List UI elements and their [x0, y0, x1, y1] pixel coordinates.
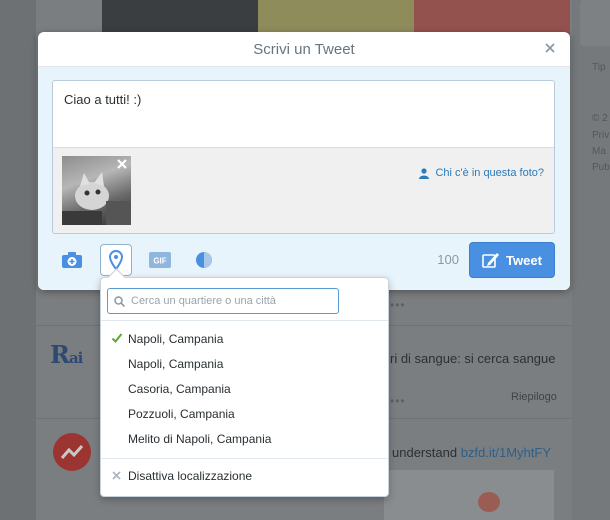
tweet-text: understand bzfd.it/1MyhtFY [392, 445, 551, 460]
tweet-button[interactable]: Tweet [469, 242, 555, 278]
location-search-input[interactable] [131, 295, 331, 307]
add-gif-button[interactable]: GIF [144, 244, 176, 276]
right-sidebar-card [580, 0, 610, 46]
character-counter: 100 [437, 252, 459, 267]
tweet-image [384, 470, 554, 520]
news-logo: Rai [50, 340, 83, 369]
close-icon[interactable] [542, 40, 558, 56]
location-item[interactable]: Napoli, Campania [101, 351, 388, 376]
dialog-body: Ciao a tutti! :) Chi c'è in questa foto?… [38, 67, 570, 290]
tag-people-label: Chi c'è in questa foto? [435, 167, 544, 179]
remove-photo-icon[interactable] [116, 158, 128, 170]
svg-text:GIF: GIF [153, 257, 166, 266]
location-item[interactable]: Casoria, Campania [101, 376, 388, 401]
dialog-header: Scrivi un Tweet [38, 32, 570, 67]
sidebar-text: © 2 [592, 113, 608, 124]
compose-icon [482, 253, 500, 268]
location-item-label: Melito di Napoli, Campania [128, 431, 272, 446]
trending-icon [60, 445, 84, 459]
tweet-text: ri di sangue: si cerca sangue [390, 351, 556, 366]
tweet-text-body: understand [392, 445, 458, 460]
sidebar-text: Pub [592, 162, 610, 173]
tweet-button-label: Tweet [506, 252, 542, 268]
tweet-image-detail [478, 492, 500, 512]
sidebar-text: Ma [592, 146, 606, 157]
location-item[interactable]: Pozzuoli, Campania [101, 401, 388, 426]
avatar [53, 433, 91, 471]
more-icon: ••• [390, 394, 406, 408]
search-icon [114, 295, 125, 307]
media-preview-area: Chi c'è in questa foto? [53, 147, 554, 233]
summary-link[interactable]: Riepilogo [511, 391, 557, 403]
poll-icon [196, 252, 212, 268]
tweet-text-input[interactable]: Ciao a tutti! :) [53, 81, 554, 147]
location-item-label: Napoli, Campania [128, 331, 224, 346]
compose-tweet-dialog: Scrivi un Tweet Ciao a tutti! :) Chi c'è… [38, 32, 570, 290]
add-poll-button[interactable] [188, 244, 220, 276]
tweet-composer: Ciao a tutti! :) Chi c'è in questa foto? [52, 80, 555, 234]
location-item-selected[interactable]: Napoli, Campania [101, 326, 388, 351]
right-sidebar [572, 0, 610, 520]
location-item-label: Napoli, Campania [128, 356, 224, 371]
check-icon [111, 333, 123, 343]
location-list: Napoli, Campania Napoli, Campania Casori… [101, 326, 388, 451]
sidebar-text: Priv [592, 130, 610, 141]
tweet-link[interactable]: bzfd.it/1MyhtFY [461, 445, 551, 460]
location-dropdown: Napoli, Campania Napoli, Campania Casori… [100, 268, 389, 497]
gif-icon: GIF [149, 252, 171, 268]
add-photo-button[interactable] [56, 244, 88, 276]
tag-people-link[interactable]: Chi c'è in questa foto? [419, 167, 544, 179]
location-item-label: Pozzuoli, Campania [128, 406, 235, 421]
disable-location-option[interactable]: Disattiva localizzazione [101, 463, 388, 488]
location-item[interactable]: Melito di Napoli, Campania [101, 426, 388, 451]
camera-icon [62, 252, 82, 268]
profile-banner [102, 0, 570, 34]
compose-toolbar: GIF 100 Tweet [52, 242, 555, 278]
location-search-box[interactable] [107, 288, 339, 314]
close-icon [112, 471, 121, 480]
dropdown-divider [101, 458, 388, 459]
more-icon: ••• [390, 298, 406, 312]
disable-location-label: Disattiva localizzazione [128, 468, 253, 483]
person-icon [419, 167, 430, 179]
dialog-title: Scrivi un Tweet [253, 41, 355, 58]
photo-thumbnail [62, 156, 131, 225]
location-item-label: Casoria, Campania [128, 381, 231, 396]
dropdown-divider [101, 320, 388, 321]
sidebar-text: Tip [592, 62, 606, 73]
